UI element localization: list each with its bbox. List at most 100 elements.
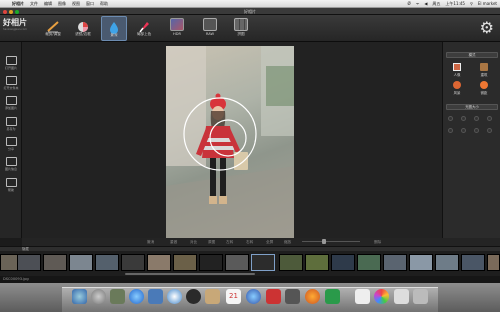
itunes-icon[interactable]: [246, 289, 261, 304]
edited-photo[interactable]: [166, 46, 294, 238]
open-folder-button[interactable]: 打开文件夹: [1, 75, 21, 94]
share-button[interactable]: 分享: [1, 136, 21, 155]
time-machine-icon[interactable]: [186, 289, 201, 304]
wifi-icon[interactable]: ᯤ: [416, 0, 420, 8]
folder-stack-icon[interactable]: [394, 289, 409, 304]
user-name[interactable]: El market: [478, 0, 497, 8]
thumbnail[interactable]: [199, 254, 223, 271]
spotlight-icon[interactable]: ⚲: [470, 0, 473, 8]
clock-time[interactable]: 上午11:45: [445, 0, 465, 8]
browser-icon[interactable]: [167, 289, 182, 304]
clock-day[interactable]: 周五: [432, 0, 440, 8]
mode-label: 建筑: [480, 73, 488, 77]
thumbnail[interactable]: [69, 254, 93, 271]
redo-button[interactable]: 重做: [170, 239, 177, 245]
help-button[interactable]: 帮助: [1, 177, 21, 196]
menu-image[interactable]: 图像: [58, 0, 66, 8]
tool-crop-adjust[interactable]: 裁剪/调整: [40, 16, 66, 41]
thumbnail[interactable]: [43, 254, 67, 271]
thumbnail[interactable]: [225, 254, 249, 271]
aperture-option[interactable]: [448, 116, 453, 121]
menu-edit[interactable]: 编辑: [44, 0, 52, 8]
trash-icon[interactable]: [413, 289, 428, 304]
bluetooth-icon[interactable]: Ø: [408, 0, 411, 8]
tool-local-color[interactable]: 局部上色: [131, 16, 157, 41]
aperture-option[interactable]: [448, 128, 453, 133]
original-button[interactable]: 原图: [208, 239, 215, 245]
mode-macro[interactable]: 微距: [475, 80, 493, 96]
delete-button[interactable]: 删除: [374, 239, 381, 245]
mode-landscape[interactable]: 风景: [448, 80, 466, 96]
document-icon[interactable]: [355, 289, 370, 304]
filmstrip-scrollbar[interactable]: [125, 273, 255, 275]
menu-help[interactable]: 帮助: [100, 0, 108, 8]
thumbnail[interactable]: [331, 254, 355, 271]
rotate-right-button[interactable]: 右转: [246, 239, 253, 245]
tool-filter-border[interactable]: 滤镜/边框: [70, 16, 96, 41]
thumbnail[interactable]: [121, 254, 145, 271]
save-as-icon: [5, 117, 17, 126]
thumbnail[interactable]: [487, 254, 500, 271]
thumbnail[interactable]: [435, 254, 459, 271]
mode-section-header[interactable]: 模式: [446, 52, 498, 58]
mode-portrait[interactable]: 人像: [448, 62, 466, 78]
app-menu: 好相片 文件 编辑 图像 视图 窗口 帮助: [12, 0, 108, 8]
aperture-option[interactable]: [487, 128, 492, 133]
open-image-button[interactable]: 打开图片: [1, 55, 21, 74]
volume-icon[interactable]: ◀: [424, 0, 427, 8]
compare-button[interactable]: 对比: [190, 239, 197, 245]
aperture-option[interactable]: [461, 116, 466, 121]
thumbnail[interactable]: [383, 254, 407, 271]
mail-icon[interactable]: [148, 289, 163, 304]
thumbnail-selected[interactable]: [251, 254, 275, 271]
contacts-icon[interactable]: [205, 289, 220, 304]
rotate-left-button[interactable]: 左转: [226, 239, 233, 245]
finder-icon[interactable]: [72, 289, 87, 304]
firefox-icon[interactable]: [305, 289, 320, 304]
aperture-option[interactable]: [487, 116, 492, 121]
menu-file[interactable]: 文件: [30, 0, 38, 8]
launchpad-icon[interactable]: [91, 289, 106, 304]
menu-view[interactable]: 视图: [72, 0, 80, 8]
photo-booth-icon[interactable]: [266, 289, 281, 304]
menu-app[interactable]: 好相片: [12, 0, 24, 8]
aperture-option[interactable]: [474, 116, 479, 121]
tool-label: 滤镜/边框: [75, 32, 91, 36]
zoom-slider[interactable]: [302, 241, 360, 242]
thumbnail[interactable]: [95, 254, 119, 271]
zoom-slider-thumb[interactable]: [322, 239, 326, 244]
info-icon: [5, 157, 17, 166]
aperture-option[interactable]: [474, 128, 479, 133]
gear-icon[interactable]: ⚙: [480, 19, 494, 37]
save-as-button[interactable]: 另存为: [1, 116, 21, 135]
tool-collage[interactable]: 拼图: [228, 16, 254, 41]
thumbnail[interactable]: [305, 254, 329, 271]
aperture-option[interactable]: [461, 128, 466, 133]
wechat-icon[interactable]: [325, 289, 340, 304]
calendar-icon[interactable]: 21: [226, 289, 241, 304]
thumbnail[interactable]: [357, 254, 381, 271]
undo-button[interactable]: 撤消: [147, 239, 154, 245]
system-menu-bar: 好相片 文件 编辑 图像 视图 窗口 帮助 Ø ᯤ ◀ 周五 上午11:45 ⚲…: [0, 0, 500, 8]
tool-raw[interactable]: RAW: [197, 16, 223, 41]
thumbnail[interactable]: [173, 254, 197, 271]
add-image-button[interactable]: 添加图片: [1, 95, 21, 114]
thumbnail[interactable]: [409, 254, 433, 271]
thumbnail[interactable]: [17, 254, 41, 271]
preferences-icon[interactable]: [285, 289, 300, 304]
image-canvas[interactable]: [22, 42, 442, 238]
fullscreen-button[interactable]: 全屏: [266, 239, 273, 245]
aperture-section-header[interactable]: 光圈大小: [446, 104, 498, 110]
app-store-icon[interactable]: [110, 289, 125, 304]
photo-viewer-icon[interactable]: [374, 289, 389, 304]
safari-icon[interactable]: [129, 289, 144, 304]
menu-window[interactable]: 窗口: [86, 0, 94, 8]
thumbnail[interactable]: [279, 254, 303, 271]
main-toolbar: 好相片 haoxiangpian.com 裁剪/调整 滤镜/边框 景深 局部上色…: [0, 15, 500, 42]
tool-hdr[interactable]: HDR: [164, 16, 190, 41]
image-info-button[interactable]: 图片信息: [1, 156, 21, 175]
thumbnail[interactable]: [461, 254, 485, 271]
tool-depth-of-field[interactable]: 景深: [101, 16, 127, 41]
mode-building[interactable]: 建筑: [475, 62, 493, 78]
thumbnail[interactable]: [147, 254, 171, 271]
